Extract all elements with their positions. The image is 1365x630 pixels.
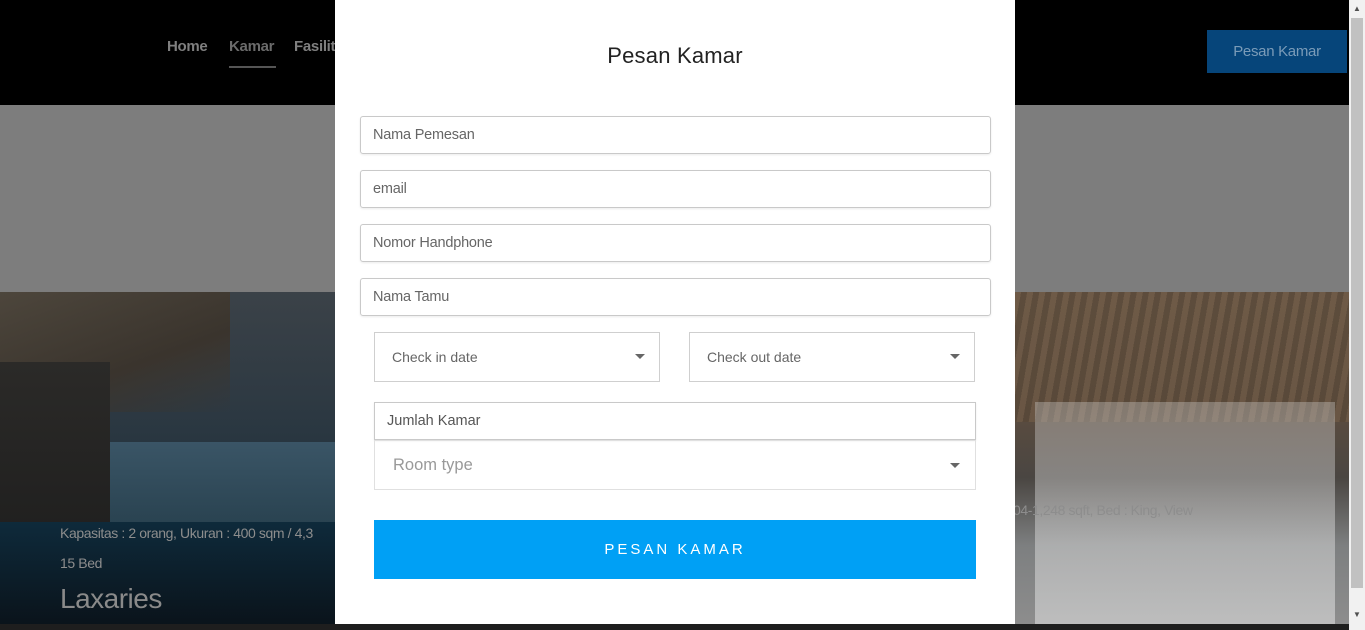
nomor-handphone-input[interactable]: Nomor Handphone xyxy=(360,224,991,262)
email-placeholder: email xyxy=(373,181,407,197)
nav-link-fasilitas[interactable]: Fasilit xyxy=(294,38,336,55)
scroll-down-arrow-icon[interactable]: ▼ xyxy=(1349,606,1365,622)
caret-down-icon xyxy=(950,463,960,468)
nomor-handphone-placeholder: Nomor Handphone xyxy=(373,235,493,251)
bottom-strip xyxy=(0,624,1349,630)
jumlah-kamar-placeholder: Jumlah Kamar xyxy=(387,413,481,429)
caret-down-icon xyxy=(635,354,645,359)
jumlah-kamar-input[interactable]: Jumlah Kamar xyxy=(374,402,976,440)
nama-pemesan-input[interactable]: Nama Pemesan xyxy=(360,116,991,154)
modal-title: Pesan Kamar xyxy=(607,43,743,68)
nama-tamu-placeholder: Nama Tamu xyxy=(373,289,450,305)
email-input[interactable]: email xyxy=(360,170,991,208)
pesan-kamar-submit-button[interactable]: PESAN KAMAR xyxy=(374,520,976,579)
caret-down-icon xyxy=(950,354,960,359)
nav-link-home[interactable]: Home xyxy=(167,38,208,55)
nav-active-underline xyxy=(229,66,276,68)
nama-tamu-input[interactable]: Nama Tamu xyxy=(360,278,991,316)
check-out-date-select[interactable]: Check out date xyxy=(689,332,975,382)
check-in-label: Check in date xyxy=(392,349,478,365)
room-left-title[interactable]: Laxaries xyxy=(60,583,162,615)
nav-link-kamar[interactable]: Kamar xyxy=(229,38,275,55)
nama-pemesan-placeholder: Nama Pemesan xyxy=(373,127,475,143)
check-out-label: Check out date xyxy=(707,349,802,365)
room-type-label: Room type xyxy=(393,455,473,474)
scrollbar-thumb[interactable] xyxy=(1351,18,1363,588)
room-left-info: Kapasitas : 2 orang, Ukuran : 400 sqm / … xyxy=(60,525,313,541)
check-in-date-select[interactable]: Check in date xyxy=(374,332,660,382)
room-card-image-right xyxy=(1015,292,1349,630)
room-type-select[interactable]: Room type xyxy=(374,440,976,490)
scroll-up-arrow-icon[interactable]: ▲ xyxy=(1349,0,1365,16)
booking-modal: Pesan Kamar Nama Pemesan email Nomor Han… xyxy=(335,0,1015,624)
nav-pesan-kamar-button[interactable]: Pesan Kamar xyxy=(1207,30,1347,73)
room-right-info: 04-1,248 sqft, Bed : King, View xyxy=(1013,502,1193,518)
room-left-bed: 15 Bed xyxy=(60,555,102,571)
